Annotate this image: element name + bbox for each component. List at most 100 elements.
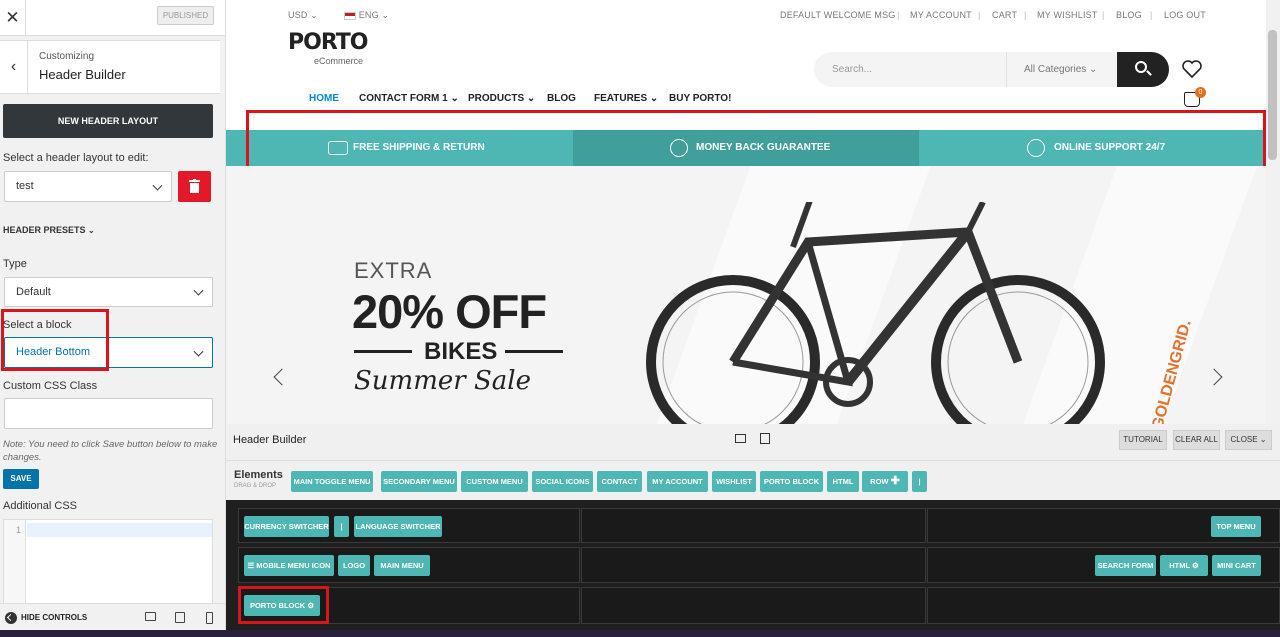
- delete-layout-button[interactable]: [178, 171, 211, 202]
- css-class-input[interactable]: [4, 398, 213, 429]
- block-search-form[interactable]: SEARCH FORM: [1095, 555, 1156, 576]
- trash-icon: [189, 179, 200, 193]
- nav-home[interactable]: HOME: [309, 93, 339, 104]
- tablet-icon[interactable]: [760, 433, 770, 444]
- grid-cell-top-center[interactable]: [581, 508, 926, 543]
- topbar-link-blog[interactable]: BLOG: [1116, 10, 1142, 20]
- bicycle-image: [646, 202, 1105, 424]
- close-icon[interactable]: ✕: [0, 0, 26, 36]
- hide-controls-button[interactable]: HIDE CONTROLS: [5, 612, 87, 624]
- topbar-separator: |: [978, 10, 981, 20]
- close-builder-button[interactable]: CLOSE ⌄: [1225, 430, 1272, 450]
- block-html[interactable]: HTML ⚙: [1160, 555, 1208, 576]
- slider-next-icon[interactable]: [1205, 368, 1223, 386]
- element-divider[interactable]: |: [912, 471, 927, 492]
- topbar-link-logout[interactable]: LOG OUT: [1164, 10, 1206, 20]
- desktop-icon[interactable]: [145, 612, 156, 621]
- nav-products[interactable]: PRODUCTS ⌄: [468, 93, 535, 104]
- header-presets-label: HEADER PRESETS: [3, 225, 86, 235]
- os-taskbar: [0, 630, 1280, 637]
- block-divider[interactable]: |: [334, 516, 349, 537]
- plus-icon: ✚: [890, 475, 900, 487]
- site-logo[interactable]: PORTO: [288, 30, 368, 55]
- topbar-separator: |: [897, 10, 900, 20]
- topbar-link-welcome[interactable]: DEFAULT WELCOME MSG: [780, 10, 895, 20]
- slider-prev-icon[interactable]: [273, 368, 291, 386]
- language-value: ENG: [358, 10, 379, 20]
- tablet-icon[interactable]: [175, 612, 185, 623]
- elements-title: Elements: [234, 469, 283, 481]
- nav-contact-form[interactable]: CONTACT FORM 1 ⌄: [359, 93, 459, 104]
- tutorial-button[interactable]: TUTORIAL: [1119, 430, 1167, 450]
- type-select[interactable]: Default: [4, 277, 213, 307]
- close-builder-label: CLOSE: [1230, 435, 1258, 444]
- block-logo[interactable]: LOGO: [338, 555, 370, 576]
- element-my-account[interactable]: MY ACCOUNT: [647, 471, 708, 492]
- grid-cell-main-center[interactable]: [581, 547, 926, 583]
- nav-blog[interactable]: BLOG: [547, 93, 576, 104]
- search-button[interactable]: [1117, 52, 1169, 87]
- block-top-menu[interactable]: TOP MENU: [1211, 516, 1261, 537]
- block-mobile-menu-icon[interactable]: ☰ MOBILE MENU ICON: [244, 555, 334, 576]
- hero-discount-text: 20% OFF: [352, 285, 547, 338]
- topbar-separator: |: [1102, 10, 1105, 20]
- block-mini-cart[interactable]: MINI CART: [1212, 555, 1261, 576]
- topbar-link-wishlist[interactable]: MY WISHLIST: [1037, 10, 1098, 20]
- category-select[interactable]: All Categories ⌄: [1024, 64, 1097, 75]
- topbar-link-cart[interactable]: CART: [992, 10, 1017, 20]
- element-social-icons[interactable]: SOCIAL ICONS: [532, 471, 593, 492]
- back-chevron-icon[interactable]: ‹: [0, 41, 28, 95]
- element-row[interactable]: ROW ✚: [862, 471, 908, 492]
- collapse-icon: [5, 612, 17, 624]
- element-contact[interactable]: CONTACT: [597, 471, 642, 492]
- element-row-label: ROW: [870, 477, 889, 486]
- us-flag-icon: [344, 11, 356, 20]
- nav-features[interactable]: FEATURES ⌄: [594, 93, 658, 104]
- block-search-form-label: SEARCH FORM: [1097, 561, 1154, 570]
- sidebar-top-bar: ✕ PUBLISHED: [0, 0, 225, 36]
- save-button[interactable]: SAVE: [3, 469, 39, 489]
- nav-contact-form-label: CONTACT FORM 1: [359, 93, 448, 104]
- nav-buy-porto[interactable]: BUY PORTO!: [669, 93, 731, 104]
- highlight-box: [238, 586, 329, 624]
- published-button[interactable]: PUBLISHED: [157, 6, 214, 25]
- type-label: Type: [3, 258, 27, 270]
- nav-features-label: FEATURES: [594, 93, 648, 104]
- elements-toolbar: Elements DRAG & DROP MAIN TOGGLE MENU SE…: [226, 460, 1280, 500]
- element-secondary-menu[interactable]: SECONDARY MENU: [381, 471, 457, 492]
- grid-cell-bottom-right[interactable]: [927, 587, 1280, 624]
- layout-select[interactable]: test: [4, 171, 172, 202]
- new-header-layout-button[interactable]: NEW HEADER LAYOUT: [3, 104, 213, 138]
- search-input[interactable]: Search...: [832, 64, 872, 75]
- header-presets-toggle[interactable]: HEADER PRESETS ⌄: [3, 225, 95, 235]
- highlight-box: [1, 309, 109, 371]
- mobile-icon[interactable]: [206, 612, 213, 624]
- grid-cell-bottom-center[interactable]: [581, 587, 926, 624]
- topbar-link-account[interactable]: MY ACCOUNT: [910, 10, 972, 20]
- heart-icon[interactable]: [1182, 60, 1202, 78]
- element-porto-block[interactable]: PORTO BLOCK: [760, 471, 823, 492]
- layout-select-value: test: [16, 180, 34, 192]
- select-layout-label: Select a header layout to edit:: [3, 152, 149, 164]
- block-language-switcher[interactable]: LANGUAGE SWITCHER: [354, 516, 442, 537]
- search-form: Search... All Categories ⌄: [814, 52, 1169, 87]
- chevron-down-icon: [152, 180, 163, 191]
- element-wishlist[interactable]: WISHLIST: [712, 471, 756, 492]
- language-switcher[interactable]: ENG ⌄: [344, 10, 389, 21]
- element-custom-menu[interactable]: CUSTOM MENU: [461, 471, 528, 492]
- search-divider: [1006, 52, 1007, 87]
- element-main-toggle-menu[interactable]: MAIN TOGGLE MENU: [291, 471, 373, 492]
- block-currency-switcher[interactable]: CURRENCY SWITCHER: [244, 516, 329, 537]
- section-title: Header Builder: [39, 67, 126, 82]
- block-main-menu[interactable]: MAIN MENU: [374, 555, 430, 576]
- preview-scrollbar-thumb[interactable]: [1268, 30, 1277, 160]
- topbar-separator: |: [1024, 10, 1027, 20]
- chevron-down-icon: ⌄: [88, 226, 95, 235]
- clear-all-button[interactable]: CLEAR ALL: [1173, 430, 1220, 450]
- element-html[interactable]: HTML: [827, 471, 859, 492]
- search-icon-handle: [1146, 70, 1152, 76]
- type-select-value: Default: [16, 286, 51, 298]
- category-value: All Categories: [1024, 64, 1087, 75]
- currency-switcher[interactable]: USD ⌄: [288, 10, 318, 21]
- desktop-icon[interactable]: [735, 434, 746, 443]
